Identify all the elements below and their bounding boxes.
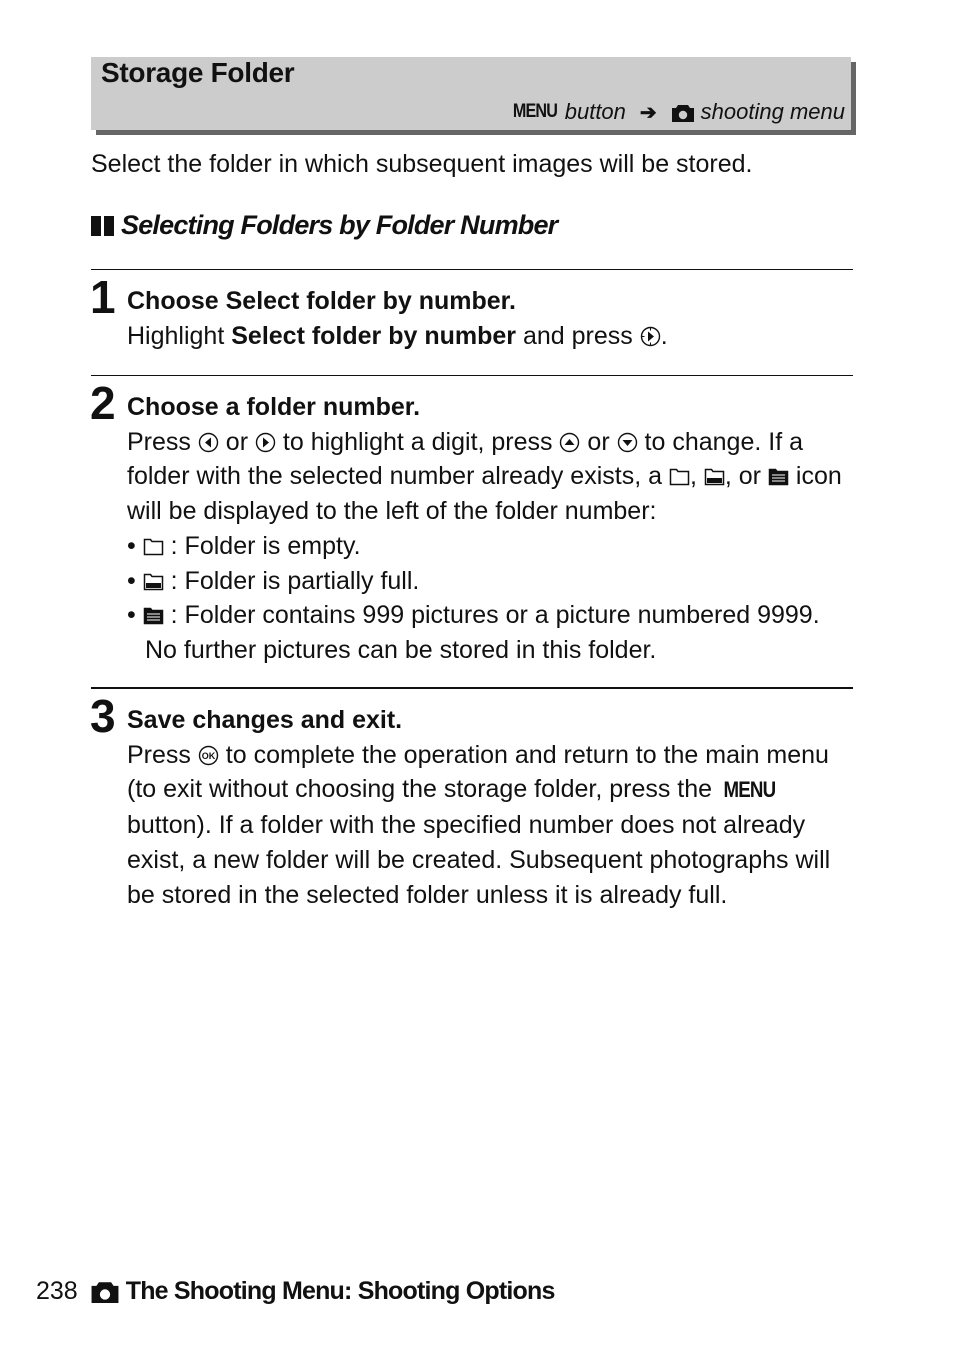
section-marker-icon [91, 215, 114, 236]
svg-text:OK: OK [202, 751, 216, 761]
step-number: 3 [90, 690, 116, 742]
step-number: 1 [90, 271, 116, 323]
camera-icon [90, 1281, 120, 1303]
multi-selector-left-icon [198, 432, 219, 453]
folder-full-icon [143, 606, 164, 625]
multi-selector-right-icon [640, 326, 661, 347]
step-body: Highlight Select folder by number and pr… [127, 321, 668, 350]
page-number: 238 [36, 1277, 78, 1305]
step-body: Press OK to complete the operation and r… [127, 740, 831, 909]
page-title: Storage Folder [101, 57, 295, 88]
subheading: Selecting Folders by Folder Number [91, 210, 558, 241]
divider [91, 375, 853, 376]
menu-path-button: button [564, 99, 626, 124]
folder-partial-icon [143, 572, 164, 591]
intro-text: Select the folder in which subsequent im… [91, 150, 753, 178]
section-title: The Shooting Menu: Shooting Options [125, 1277, 556, 1305]
step-3: Save changes and exit. Press OK to compl… [127, 703, 857, 912]
multi-selector-down-icon [617, 432, 638, 453]
step-number: 2 [90, 377, 116, 429]
divider [91, 269, 853, 270]
step-body: Press or to highlight a digit, press or … [127, 427, 842, 526]
menu-path: MENU button ➔ shooting menu [509, 99, 845, 125]
menu-button-label: MENU [723, 777, 777, 803]
list-item: • : Folder is empty. [127, 531, 361, 560]
arrow-right-icon: ➔ [639, 101, 657, 124]
list-item: • : Folder contains 999 pictures or a pi… [127, 601, 820, 664]
step-1: Choose Select folder by number. Highligh… [127, 284, 857, 353]
multi-selector-right-icon [255, 432, 276, 453]
section-header: Storage Folder MENU button ➔ shooting me… [91, 57, 851, 130]
step-title: Choose a folder number. [127, 393, 421, 421]
menu-button-label: MENU [512, 101, 558, 122]
menu-path-shooting-menu: shooting menu [700, 99, 845, 124]
step-title: Save changes and exit. [127, 706, 403, 734]
step-2: Choose a folder number. Press or to high… [127, 390, 857, 668]
ok-button-icon: OK [198, 745, 219, 766]
multi-selector-up-icon [559, 432, 580, 453]
subheading-text: Selecting Folders by Folder Number [121, 210, 558, 240]
list-item: • : Folder is partially full. [127, 566, 420, 595]
folder-empty-icon [143, 537, 164, 556]
folder-partial-icon [704, 467, 725, 486]
camera-icon [671, 104, 695, 122]
step-title: Choose Select folder by number. [127, 287, 516, 315]
folder-full-icon [768, 467, 789, 486]
folder-empty-icon [669, 467, 690, 486]
divider [91, 687, 853, 689]
page-footer: 238 The Shooting Menu: Shooting Options [36, 1277, 555, 1306]
